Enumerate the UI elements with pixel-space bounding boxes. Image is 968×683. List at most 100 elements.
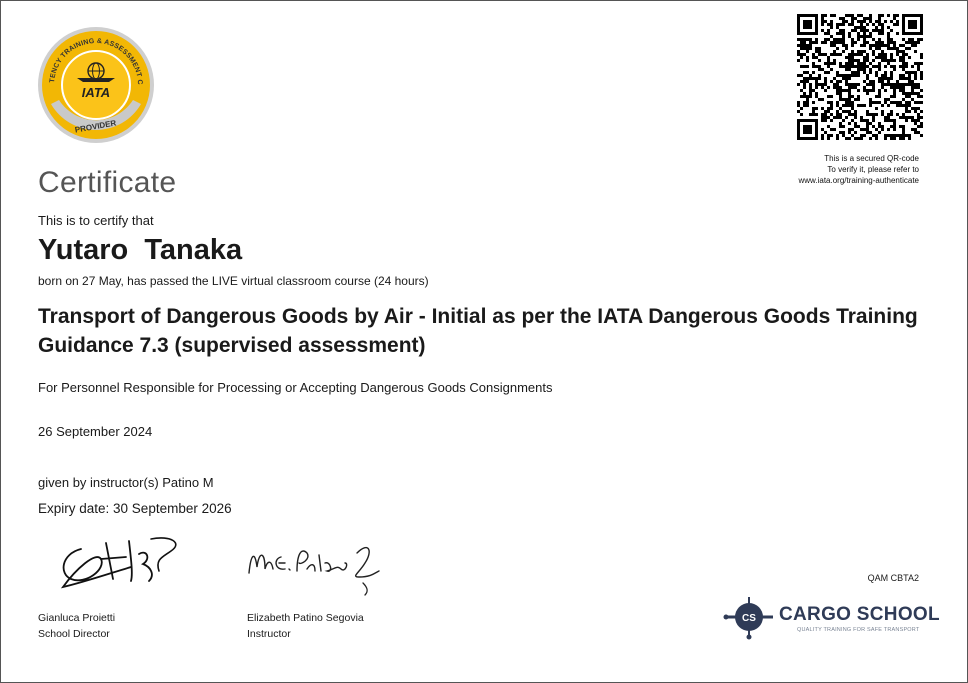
qr-module: [797, 53, 800, 56]
qr-module: [887, 44, 890, 47]
qr-module: [800, 89, 803, 92]
qr-module: [875, 74, 878, 77]
certificate-page: COMPETENCY TRAINING & ASSESSMENT CENTER …: [0, 0, 968, 683]
qr-module: [845, 20, 848, 23]
qr-module: [806, 71, 809, 74]
qr-module: [872, 86, 875, 89]
qr-module: [884, 89, 887, 92]
qr-module: [878, 101, 881, 104]
qr-module: [815, 113, 818, 116]
qr-module: [809, 113, 812, 116]
qr-module: [851, 65, 854, 68]
qr-module: [857, 68, 860, 71]
qr-module: [896, 134, 899, 137]
qr-module: [914, 128, 917, 131]
qr-module: [854, 83, 857, 86]
seal-brand: IATA: [82, 85, 110, 100]
qr-module: [803, 41, 806, 44]
qr-module: [917, 101, 920, 104]
qr-module: [815, 47, 818, 50]
qr-module: [812, 101, 815, 104]
qr-module: [857, 50, 860, 53]
qr-module: [860, 128, 863, 131]
qr-module: [869, 122, 872, 125]
qr-module: [863, 68, 866, 71]
qr-module: [851, 56, 854, 59]
qr-module: [881, 77, 884, 80]
qr-module: [848, 23, 851, 26]
qr-module: [800, 38, 803, 41]
qr-module: [869, 62, 872, 65]
qr-module: [851, 20, 854, 23]
qr-module: [809, 86, 812, 89]
instructor-name: Elizabeth Patino Segovia: [247, 612, 364, 624]
qr-module: [797, 101, 800, 104]
iata-provider-seal: COMPETENCY TRAINING & ASSESSMENT CENTER …: [37, 26, 154, 143]
qr-module: [914, 119, 917, 122]
qr-module: [854, 125, 857, 128]
qr-module: [872, 23, 875, 26]
qr-module: [866, 56, 869, 59]
qr-module: [836, 71, 839, 74]
qr-module: [842, 119, 845, 122]
qr-module: [842, 134, 845, 137]
qr-module: [869, 113, 872, 116]
qr-module: [881, 83, 884, 86]
certify-line: This is to certify that: [38, 213, 154, 228]
qr-module: [905, 116, 908, 119]
expiry-date: Expiry date: 30 September 2026: [38, 501, 232, 516]
qr-module: [815, 80, 818, 83]
qr-module: [905, 62, 908, 65]
qr-module: [818, 68, 821, 71]
qr-module: [860, 104, 863, 107]
qr-module: [881, 29, 884, 32]
qr-module: [836, 110, 839, 113]
qr-code[interactable]: [797, 14, 923, 140]
qr-module: [920, 62, 923, 65]
qr-module: [899, 137, 902, 140]
qr-module: [908, 38, 911, 41]
qr-module: [851, 71, 854, 74]
qr-module: [836, 92, 839, 95]
qr-module: [860, 50, 863, 53]
qr-module: [848, 104, 851, 107]
qr-module: [854, 116, 857, 119]
qr-module: [803, 92, 806, 95]
qr-module: [911, 116, 914, 119]
qr-module: [860, 29, 863, 32]
qr-module: [809, 83, 812, 86]
qr-module: [875, 107, 878, 110]
qr-module: [818, 65, 821, 68]
qr-module: [818, 59, 821, 62]
qr-module: [878, 95, 881, 98]
qr-module: [800, 65, 803, 68]
qr-module: [893, 95, 896, 98]
qr-module: [884, 116, 887, 119]
qr-module: [863, 71, 866, 74]
qr-module: [848, 137, 851, 140]
qr-module: [824, 116, 827, 119]
qr-module: [902, 44, 905, 47]
qr-module: [890, 47, 893, 50]
qr-module: [839, 74, 842, 77]
qr-module: [809, 41, 812, 44]
qr-module: [851, 113, 854, 116]
qr-module: [815, 38, 818, 41]
qr-module: [908, 110, 911, 113]
qr-module: [893, 59, 896, 62]
qr-module: [830, 107, 833, 110]
qr-module: [902, 59, 905, 62]
qr-module: [854, 137, 857, 140]
qr-module: [854, 41, 857, 44]
qr-module: [881, 50, 884, 53]
qr-module: [830, 53, 833, 56]
qr-module: [845, 62, 848, 65]
qr-module: [824, 38, 827, 41]
qr-module: [872, 29, 875, 32]
qr-module: [917, 131, 920, 134]
qr-module: [857, 62, 860, 65]
qr-module: [902, 53, 905, 56]
qr-module: [908, 80, 911, 83]
qr-module: [914, 101, 917, 104]
qr-module: [881, 53, 884, 56]
